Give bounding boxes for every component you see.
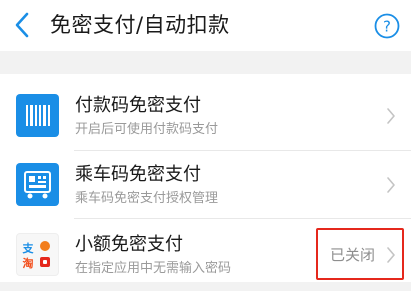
back-arrow-icon[interactable]: [14, 11, 30, 39]
item-title: 乘车码免密支付: [75, 164, 201, 185]
header-bar: 免密支付/自动扣款 ?: [0, 0, 411, 51]
list-item-small-amount[interactable]: 支 淘 小额免密支付 在指定应用中无需输入密码 已关闭: [0, 220, 411, 291]
list-item-transit-code[interactable]: 乘车码免密支付 乘车码免密支付授权管理: [0, 150, 411, 221]
status-badge: 已关闭: [330, 246, 376, 264]
chevron-right-icon: [387, 177, 395, 193]
list-item-payment-code[interactable]: 付款码免密支付 开启后可使用付款码支付: [0, 81, 411, 152]
item-title: 付款码免密支付: [75, 95, 201, 116]
item-subtitle: 开启后可使用付款码支付: [75, 122, 219, 137]
item-subtitle: 在指定应用中无需输入密码: [75, 261, 232, 276]
help-icon[interactable]: ?: [374, 13, 400, 39]
multi-app-icon: 支 淘: [16, 233, 59, 276]
page-title: 免密支付/自动扣款: [50, 13, 230, 37]
chevron-right-icon: [387, 247, 395, 263]
bottom-band: [0, 282, 411, 289]
taobao-glyph: 淘: [23, 256, 34, 270]
settings-list: 付款码免密支付 开启后可使用付款码支付 乘车码免密支付 乘车码免密支付授权管理: [0, 74, 411, 289]
section-gap: [0, 51, 411, 74]
chevron-right-icon: [387, 108, 395, 124]
divider: [74, 218, 411, 219]
alipay-glyph: 支: [22, 241, 35, 255]
bus-qr-icon: [16, 163, 59, 206]
item-title: 小额免密支付: [75, 234, 183, 255]
item-subtitle: 乘车码免密支付授权管理: [75, 191, 219, 206]
help-glyph: ?: [383, 18, 391, 36]
barcode-icon: [16, 94, 59, 137]
